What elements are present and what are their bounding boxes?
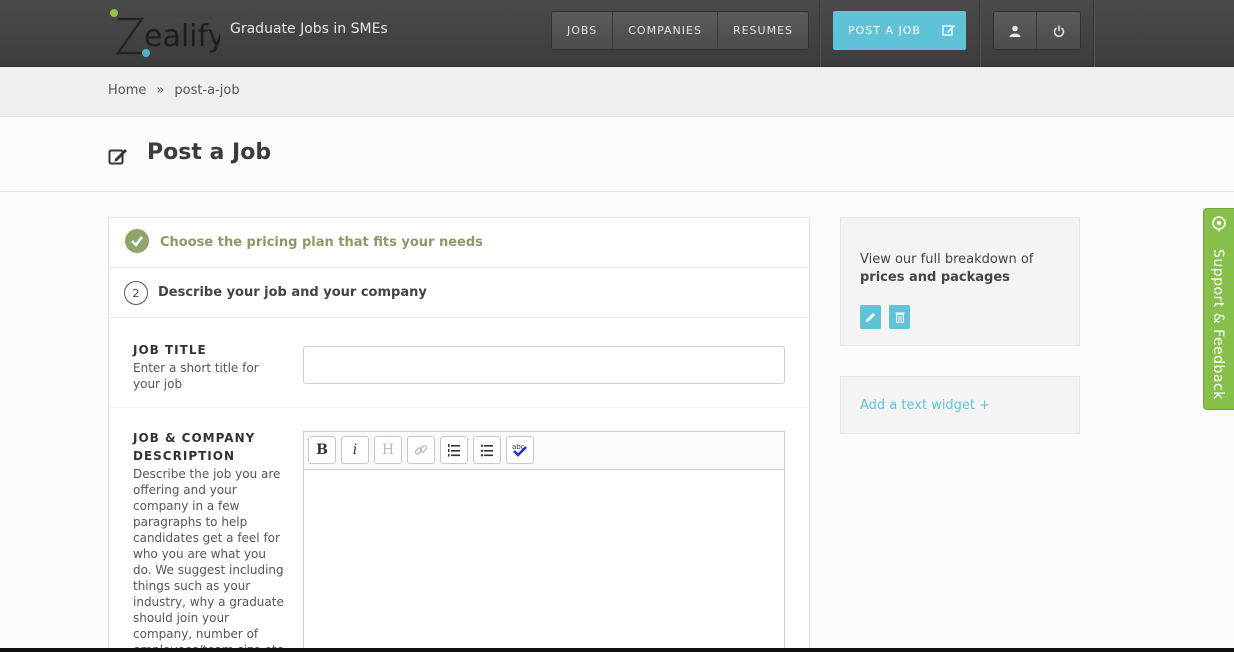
pricing-text-line: View our full breakdown of xyxy=(860,252,1034,267)
post-a-job-button[interactable]: POST A JOB xyxy=(833,11,966,50)
pricing-text: View our full breakdown of prices and pa… xyxy=(860,251,1033,287)
italic-icon: i xyxy=(352,442,358,458)
check-icon xyxy=(125,229,149,253)
description-editor: B i H abc xyxy=(303,431,785,652)
divider xyxy=(979,0,980,67)
edit-icon xyxy=(942,25,955,36)
step-describe-job: 2 Describe your job and your company xyxy=(109,268,809,318)
account-buttons xyxy=(993,11,1081,50)
add-text-widget-link[interactable]: Add a text widget + xyxy=(860,398,990,413)
ordered-list-icon xyxy=(448,444,460,457)
unordered-list-icon xyxy=(480,444,493,457)
unordered-list-button[interactable] xyxy=(473,436,501,464)
window-bottom-edge xyxy=(0,648,1234,652)
description-help: Describe the job you are offering and yo… xyxy=(133,467,287,652)
description-label-line1: JOB & COMPANY xyxy=(133,431,256,445)
logout-button[interactable] xyxy=(1037,12,1080,49)
breadcrumb-separator: » xyxy=(156,83,165,98)
step-label: Describe your job and your company xyxy=(158,285,427,300)
divider xyxy=(819,0,820,67)
pencil-icon xyxy=(866,312,875,322)
power-icon xyxy=(1053,25,1064,37)
pricing-link[interactable]: prices and packages xyxy=(860,270,1010,285)
heading-icon: H xyxy=(381,442,395,458)
job-title-row: JOB TITLE Enter a short title for your j… xyxy=(109,319,809,408)
edit-icon xyxy=(108,149,127,165)
main-nav: JOBS COMPANIES RESUMES xyxy=(551,11,810,50)
spellcheck-button[interactable]: abc xyxy=(506,436,534,464)
breadcrumb-home[interactable]: Home xyxy=(108,83,146,98)
nav-companies[interactable]: COMPANIES xyxy=(613,12,718,49)
bold-icon: B xyxy=(316,442,328,458)
divider xyxy=(1093,0,1094,67)
breadcrumb-bar: Home » post-a-job xyxy=(0,67,1234,117)
editor-toolbar: B i H abc xyxy=(304,432,784,470)
nav-jobs[interactable]: JOBS xyxy=(552,12,614,49)
pricing-widget: View our full breakdown of prices and pa… xyxy=(840,217,1080,346)
site-tagline: Graduate Jobs in SMEs xyxy=(230,21,388,37)
link-button[interactable] xyxy=(407,436,435,464)
megaphone-icon xyxy=(1212,216,1226,232)
svg-text:ealify: ealify xyxy=(144,19,220,54)
breadcrumb-current: post-a-job xyxy=(174,83,240,98)
user-button[interactable] xyxy=(994,12,1037,49)
page-header: Post a Job xyxy=(0,118,1234,192)
heading-button[interactable]: H xyxy=(374,436,402,464)
support-label: Support & Feedback xyxy=(1210,249,1226,400)
step-pricing-plan[interactable]: Choose the pricing plan that fits your n… xyxy=(109,218,809,268)
ordered-list-button[interactable] xyxy=(440,436,468,464)
top-navbar: ealify Graduate Jobs in SMEs JOBS COMPAN… xyxy=(0,0,1234,67)
step-number: 2 xyxy=(124,281,148,305)
post-a-job-label: POST A JOB xyxy=(848,24,921,37)
description-label-line2: DESCRIPTION xyxy=(133,449,236,463)
post-job-form: Choose the pricing plan that fits your n… xyxy=(108,217,810,652)
user-icon xyxy=(1009,25,1021,37)
bold-button[interactable]: B xyxy=(308,436,336,464)
nav-resumes[interactable]: RESUMES xyxy=(717,12,809,49)
link-icon xyxy=(414,445,428,455)
job-title-help: Enter a short title for your job xyxy=(133,361,259,391)
job-title-label: JOB TITLE xyxy=(133,343,207,357)
italic-button[interactable]: i xyxy=(341,436,369,464)
trash-icon xyxy=(895,312,904,323)
page-title: Post a Job xyxy=(147,140,272,165)
text-widget-box: Add a text widget + xyxy=(840,376,1080,434)
step-label: Choose the pricing plan that fits your n… xyxy=(160,235,483,250)
edit-widget-button[interactable] xyxy=(860,305,881,329)
job-title-input[interactable] xyxy=(303,346,785,384)
zealify-logo[interactable]: ealify xyxy=(108,8,220,60)
support-feedback-tab[interactable]: Support & Feedback xyxy=(1203,208,1234,410)
breadcrumb: Home » post-a-job xyxy=(108,83,240,98)
spellcheck-icon: abc xyxy=(512,443,527,457)
delete-widget-button[interactable] xyxy=(889,305,910,329)
